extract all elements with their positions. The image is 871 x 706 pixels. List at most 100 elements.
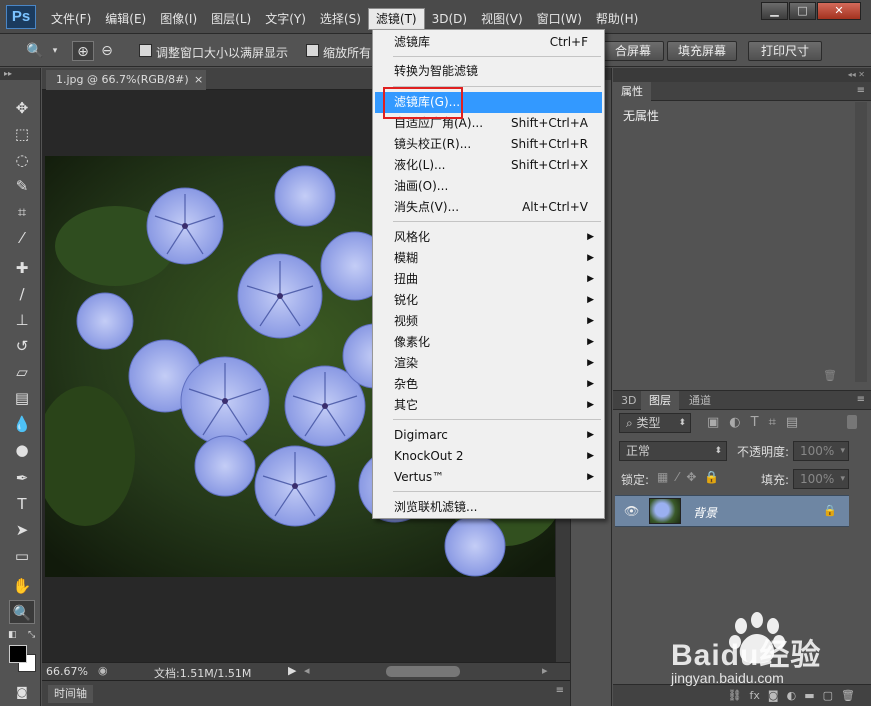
eyedropper-tool-icon[interactable]: ⁄ [9, 226, 35, 250]
layer-row-background[interactable]: 👁 背景 🔒 [615, 495, 849, 527]
submenu-arrow-icon: ▶ [587, 337, 594, 347]
eraser-tool-icon[interactable]: ▱ [9, 360, 35, 384]
print-size-button[interactable]: 打印尺寸 [748, 41, 822, 61]
opacity-input[interactable]: 100% ▾ [793, 441, 849, 461]
menu-item-render[interactable]: 渲染 ▶ [375, 353, 602, 374]
tab-3d[interactable]: 3D [613, 391, 644, 410]
status-icon[interactable]: ◉ [98, 664, 108, 677]
layer-filter-icons[interactable]: ▣◐T⌗▤ [707, 415, 808, 430]
resize-windows-checkbox[interactable] [139, 44, 152, 57]
panel-menu-icon[interactable]: ≡ [556, 685, 564, 696]
menu-item-blur[interactable]: 模糊 ▶ [375, 248, 602, 269]
menu-help[interactable]: 帮助(H) [589, 9, 645, 29]
timeline-tab[interactable]: 时间轴 [48, 685, 93, 703]
history-brush-tool-icon[interactable]: ↺ [9, 334, 35, 358]
layer-filter-select[interactable]: ⌕ 类型 ⬍ [619, 413, 691, 433]
properties-panel-header[interactable]: ◂◂ ✕ [613, 68, 871, 82]
quick-selection-tool-icon[interactable]: ✎ [9, 174, 35, 198]
menu-3d[interactable]: 3D(D) [425, 9, 474, 29]
layer-name[interactable]: 背景 [693, 504, 717, 521]
tab-channels[interactable]: 通道 [681, 391, 719, 410]
status-menu-arrow-icon[interactable]: ▶ [288, 664, 296, 677]
scroll-left-icon[interactable]: ◂ [304, 664, 310, 677]
close-icon[interactable]: × [194, 70, 203, 90]
menu-item-other[interactable]: 其它 ▶ [375, 395, 602, 416]
menu-item-lens-correction[interactable]: 镜头校正(R)... Shift+Ctrl+R [375, 134, 602, 155]
menu-item-convert-smart-filter[interactable]: 转换为智能滤镜 [375, 61, 602, 82]
zoom-tool-icon[interactable]: 🔍 [24, 41, 46, 61]
type-tool-icon[interactable]: T [9, 492, 35, 516]
fill-input[interactable]: 100% ▾ [793, 469, 849, 489]
hand-tool-icon[interactable]: ✋ [9, 574, 35, 598]
scroll-right-icon[interactable]: ▸ [542, 664, 548, 677]
lasso-tool-icon[interactable]: ◌ [9, 148, 35, 172]
menu-item-oil-paint[interactable]: 油画(O)... [375, 176, 602, 197]
zoom-out-icon[interactable]: ⊖ [96, 41, 118, 61]
path-selection-tool-icon[interactable]: ➤ [9, 518, 35, 542]
menu-window[interactable]: 窗口(W) [530, 9, 589, 29]
document-tab[interactable]: 1.jpg @ 66.7%(RGB/8#) × [46, 70, 206, 90]
toolbox-grip[interactable]: ▸▸ [0, 68, 40, 80]
menu-image[interactable]: 图像(I) [153, 9, 204, 29]
clone-stamp-tool-icon[interactable]: ⊥ [9, 308, 35, 332]
menu-item-digimarc[interactable]: Digimarc ▶ [375, 425, 602, 446]
gradient-tool-icon[interactable]: ▤ [9, 386, 35, 410]
menu-item-stylize[interactable]: 风格化 ▶ [375, 227, 602, 248]
tool-preset-chevron-icon[interactable]: ▾ [44, 41, 66, 61]
menu-select[interactable]: 选择(S) [313, 9, 368, 29]
foreground-color-swatch[interactable] [9, 645, 27, 663]
menu-item-noise[interactable]: 杂色 ▶ [375, 374, 602, 395]
visibility-eye-icon[interactable]: 👁 [624, 504, 639, 518]
brush-tool-icon[interactable]: ∕ [9, 282, 35, 306]
menu-item-pixelate[interactable]: 像素化 ▶ [375, 332, 602, 353]
menu-item-knockout[interactable]: KnockOut 2 ▶ [375, 446, 602, 467]
zoom-all-checkbox[interactable] [306, 44, 319, 57]
menu-filter[interactable]: 滤镜(T) [367, 8, 425, 30]
zoom-in-icon[interactable]: ⊕ [72, 41, 94, 61]
zoom-tool-selected-icon[interactable]: 🔍 [9, 600, 35, 624]
trash-icon[interactable]: 🗑 [823, 369, 837, 382]
lock-icons[interactable]: ▦⁄✥🔒 [657, 470, 727, 484]
healing-brush-tool-icon[interactable]: ✚ [9, 256, 35, 280]
maximize-button[interactable]: □ [789, 2, 816, 20]
horizontal-scroll-thumb[interactable] [386, 666, 460, 677]
window-controls: ▁ □ ✕ [761, 2, 861, 20]
quick-mask-icon[interactable]: ◙ [9, 680, 35, 704]
zoom-level[interactable]: 66.67% [46, 665, 88, 678]
move-tool-icon[interactable]: ✥ [9, 96, 35, 120]
properties-scrollbar[interactable] [855, 102, 867, 382]
menu-item-vertus[interactable]: Vertus™ ▶ [375, 467, 602, 488]
fill-screen-button[interactable]: 填充屏幕 [667, 41, 737, 61]
dodge-tool-icon[interactable]: ● [9, 438, 35, 462]
filter-toggle[interactable] [847, 415, 857, 429]
swap-colors-icon[interactable]: ⤡ [28, 630, 35, 640]
menu-item-last-filter[interactable]: 滤镜库 Ctrl+F [375, 32, 602, 53]
marquee-tool-icon[interactable]: ⬚ [9, 122, 35, 146]
menu-type[interactable]: 文字(Y) [258, 9, 313, 29]
menu-edit[interactable]: 编辑(E) [98, 9, 153, 29]
menu-item-browse-online-filters[interactable]: 浏览联机滤镜... [375, 497, 602, 518]
menu-item-liquify[interactable]: 液化(L)... Shift+Ctrl+X [375, 155, 602, 176]
menu-layer[interactable]: 图层(L) [204, 9, 258, 29]
tab-properties[interactable]: 属性 [613, 82, 651, 101]
menu-item-distort[interactable]: 扭曲 ▶ [375, 269, 602, 290]
pen-tool-icon[interactable]: ✒ [9, 466, 35, 490]
tab-layers[interactable]: 图层 [641, 391, 679, 410]
document-info: 文档:1.51M/1.51M [154, 667, 252, 680]
crop-tool-icon[interactable]: ⌗ [9, 200, 35, 224]
submenu-arrow-icon: ▶ [587, 295, 594, 305]
menu-item-vanishing-point[interactable]: 消失点(V)... Alt+Ctrl+V [375, 197, 602, 218]
fit-screen-button[interactable]: 合屏幕 [602, 41, 664, 61]
menu-item-video[interactable]: 视频 ▶ [375, 311, 602, 332]
rectangle-tool-icon[interactable]: ▭ [9, 544, 35, 568]
menu-file[interactable]: 文件(F) [44, 9, 98, 29]
menu-view[interactable]: 视图(V) [474, 9, 530, 29]
panel-menu-icon[interactable]: ≡ [857, 394, 865, 405]
panel-menu-icon[interactable]: ≡ [857, 85, 865, 96]
close-button[interactable]: ✕ [817, 2, 861, 20]
blend-mode-select[interactable]: 正常 ⬍ [619, 441, 727, 461]
menu-item-sharpen[interactable]: 锐化 ▶ [375, 290, 602, 311]
minimize-button[interactable]: ▁ [761, 2, 788, 20]
blur-tool-icon[interactable]: 💧 [9, 412, 35, 436]
default-colors-icon[interactable]: ◧ [8, 630, 17, 640]
